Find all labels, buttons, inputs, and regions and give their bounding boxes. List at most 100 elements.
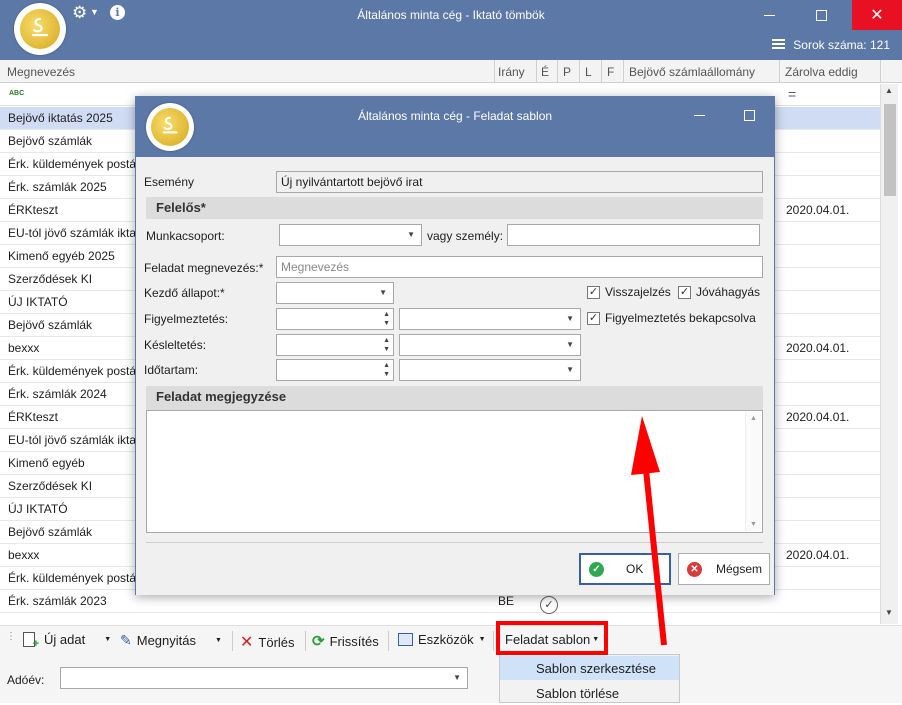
event-label: Esemény	[144, 175, 195, 189]
chevron-down-icon[interactable]: ▼	[479, 636, 486, 643]
chevron-down-icon[interactable]: ▼	[566, 340, 574, 349]
toolbar-grip-icon: ⋮	[6, 631, 16, 642]
feedback-checkbox[interactable]: ✓ Visszajelzés	[587, 285, 671, 299]
dialog-body: Esemény Új nyilvántartott bejövő irat Fe…	[136, 157, 774, 595]
duration-unit-select[interactable]: ▼	[399, 359, 581, 381]
spinner-arrows-icon[interactable]: ▲ ▼	[383, 310, 390, 328]
delay-spinner[interactable]: ▲ ▼	[276, 334, 394, 356]
row-name: Érk. küldemények postá	[8, 571, 136, 585]
ok-button-label: OK	[626, 562, 644, 576]
row-locked-until: 2020.04.01.	[786, 203, 850, 217]
app-logo	[14, 3, 66, 55]
row-name: ÚJ IKTATÓ	[8, 502, 68, 516]
col-header-name[interactable]: Megnevezés	[7, 65, 75, 79]
approval-label: Jóváhagyás	[696, 285, 761, 299]
chevron-down-icon[interactable]: ▼	[566, 365, 574, 374]
dialog-maximize-button[interactable]	[726, 97, 772, 133]
note-textarea[interactable]: ▲ ▼	[146, 410, 763, 533]
warning-enabled-checkbox[interactable]: ✓ Figyelmeztetés bekapcsolva	[587, 311, 756, 325]
note-scrollbar[interactable]: ▲ ▼	[745, 412, 761, 531]
new-button[interactable]: + Új adat ▼	[23, 632, 111, 650]
tax-year-select[interactable]: ▼	[60, 667, 468, 689]
col-header-irany[interactable]: Irány	[498, 65, 525, 79]
bottom-toolbar: ⋮ + Új adat ▼ ✎ Megnyitás ▼ ✕ Törlés ⟳ F…	[0, 625, 902, 655]
menu-item-edit-template[interactable]: Sablon szerkesztése	[500, 656, 679, 680]
col-header-zarolva[interactable]: Zárolva eddig	[785, 65, 858, 79]
approval-checkbox[interactable]: ✓ Jóváhagyás	[678, 285, 760, 299]
checkmark-icon: ✓	[678, 285, 691, 299]
row-name: Bejövő számlák	[8, 525, 93, 539]
note-section-title: Feladat megjegyzése	[156, 389, 287, 404]
ok-button[interactable]: ✓ OK	[579, 553, 671, 585]
or-person-label: vagy személy:	[427, 229, 504, 243]
col-header-e[interactable]: É	[541, 65, 549, 79]
annotation-highlight-box	[496, 621, 608, 655]
chevron-down-icon[interactable]: ▼	[453, 673, 461, 682]
scroll-up-icon[interactable]: ▲	[750, 415, 757, 422]
duration-label: Időtartam:	[144, 363, 199, 377]
feedback-label: Visszajelzés	[605, 285, 671, 299]
dialog-minimize-button[interactable]	[676, 97, 722, 133]
duration-spinner[interactable]: ▲ ▼	[276, 359, 394, 381]
chevron-down-icon[interactable]: ▼	[566, 314, 574, 323]
maximize-button[interactable]	[798, 0, 844, 30]
warning-unit-select[interactable]: ▼	[399, 308, 581, 330]
checkmark-icon: ✓	[587, 285, 600, 299]
col-header-bejovo-szamlaallomany[interactable]: Bejövő számlaállomány	[629, 65, 755, 79]
tools-button-label: Eszközök	[418, 632, 474, 647]
scroll-down-icon[interactable]: ▼	[750, 521, 757, 528]
close-button[interactable]: ✕	[852, 0, 902, 30]
template-menu: Sablon szerkesztése Sablon törlése	[499, 654, 680, 703]
cancel-button[interactable]: ✕ Mégsem	[678, 553, 770, 585]
row-name: bexxx	[8, 548, 40, 562]
scroll-down-icon[interactable]: ▼	[885, 608, 893, 617]
vertical-scrollbar[interactable]: ▲ ▼	[880, 84, 898, 624]
scroll-up-icon[interactable]: ▲	[885, 86, 893, 95]
refresh-button[interactable]: ⟳ Frissítés	[312, 632, 379, 650]
tools-icon	[398, 633, 413, 646]
equals-filter-icon[interactable]: =	[788, 86, 796, 102]
menu-item-delete-template[interactable]: Sablon törlése	[500, 681, 679, 705]
row-name: Érk. számlák 2023	[8, 594, 107, 608]
delete-icon: ✕	[240, 634, 254, 651]
warning-label: Figyelmeztetés:	[144, 312, 229, 326]
spinner-arrows-icon[interactable]: ▲ ▼	[383, 361, 390, 379]
delay-unit-select[interactable]: ▼	[399, 334, 581, 356]
row-name: Szerződések KI	[8, 272, 93, 286]
tax-year-panel: Adóév: ▼	[0, 655, 902, 703]
tools-button[interactable]: Eszközök ▼	[398, 632, 486, 647]
col-header-f[interactable]: F	[607, 65, 614, 79]
chevron-down-icon[interactable]: ▼	[215, 637, 222, 644]
warning-enabled-label: Figyelmeztetés bekapcsolva	[605, 311, 756, 325]
main-title-bar: ⚙ ▼ i Általános minta cég - Iktató tömbö…	[0, 0, 902, 55]
chevron-down-icon[interactable]: ▼	[379, 288, 387, 297]
row-name: Érk. küldemények postá	[8, 364, 136, 378]
row-locked-until: 2020.04.01.	[786, 548, 850, 562]
col-header-p[interactable]: P	[563, 65, 571, 79]
check-icon: ✓	[589, 561, 604, 577]
chevron-down-icon[interactable]: ▼	[407, 230, 415, 239]
warning-spinner[interactable]: ▲ ▼	[276, 308, 394, 330]
start-state-select[interactable]: ▼	[276, 282, 394, 304]
row-name: Érk. számlák 2025	[8, 180, 107, 194]
grid-header: Megnevezés Irány É P L F Bejövő számlaál…	[0, 60, 902, 83]
cancel-icon: ✕	[687, 561, 702, 577]
minimize-button[interactable]	[746, 0, 792, 30]
cancel-button-label: Mégsem	[716, 562, 763, 576]
chevron-down-icon[interactable]: ▼	[104, 636, 111, 643]
person-field[interactable]	[507, 224, 760, 246]
scrollbar-thumb[interactable]	[884, 104, 896, 196]
open-button[interactable]: ✎ Megnyitás ▼	[120, 632, 222, 649]
row-name: Érk. számlák 2024	[8, 387, 107, 401]
workgroup-select[interactable]: ▼	[279, 224, 422, 246]
row-locked-until: 2020.04.01.	[786, 410, 850, 424]
task-name-input[interactable]: Megnevezés	[276, 256, 763, 278]
dialog-title-bar: Általános minta cég - Feladat sablon	[136, 97, 774, 157]
row-name: EU-tól jövő számlák ikta	[8, 226, 136, 240]
row-name: EU-tól jövő számlák ikta	[8, 433, 136, 447]
row-name: Kimenő egyéb 2025	[8, 249, 115, 263]
delete-button[interactable]: ✕ Törlés	[240, 632, 295, 652]
text-filter-icon[interactable]: ABC	[9, 90, 24, 97]
spinner-arrows-icon[interactable]: ▲ ▼	[383, 336, 390, 354]
col-header-l[interactable]: L	[585, 65, 592, 79]
